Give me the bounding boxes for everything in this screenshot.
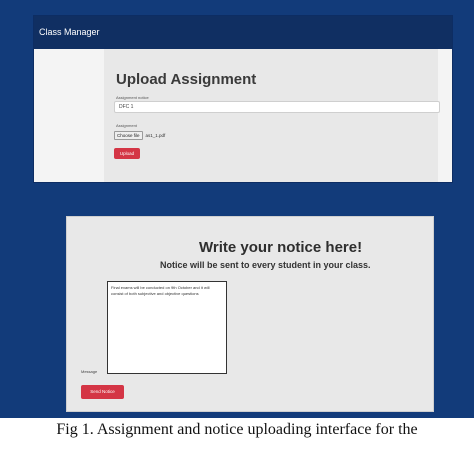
notice-window: Write your notice here! Notice will be s… xyxy=(66,216,434,412)
notice-heading: Write your notice here! xyxy=(199,239,363,256)
assignment-file-label: Assignment xyxy=(116,123,137,128)
navbar: Class Manager xyxy=(34,16,452,49)
notice-subheading: Notice will be sent to every student in … xyxy=(160,260,371,270)
assignment-notice-input[interactable]: DFC 1 xyxy=(114,101,440,113)
selected-file-name: as1_1.pdf xyxy=(145,133,166,138)
choose-file-button[interactable]: Choose file xyxy=(114,131,143,140)
message-label: Message xyxy=(81,369,98,374)
upload-title: Upload Assignment xyxy=(116,71,257,88)
file-input: Choose file as1_1.pdf xyxy=(114,131,165,140)
upload-form: Upload Assignment Assignment notice DFC … xyxy=(104,49,440,182)
figure-caption: Fig 1. Assignment and notice uploading i… xyxy=(0,421,474,439)
app-title[interactable]: Class Manager xyxy=(39,27,100,37)
send-notice-button[interactable]: Send Notice xyxy=(81,385,124,399)
upload-assignment-window: Class Manager Upload Assignment Assignme… xyxy=(33,15,453,183)
caption-line-1: Fig 1. Assignment and notice uploading i… xyxy=(56,421,418,438)
assignment-notice-label: Assignment notice xyxy=(116,95,149,100)
message-textarea[interactable]: Final exams will be conducted on 9th Oct… xyxy=(107,281,227,374)
upload-button[interactable]: Upload xyxy=(114,148,140,159)
